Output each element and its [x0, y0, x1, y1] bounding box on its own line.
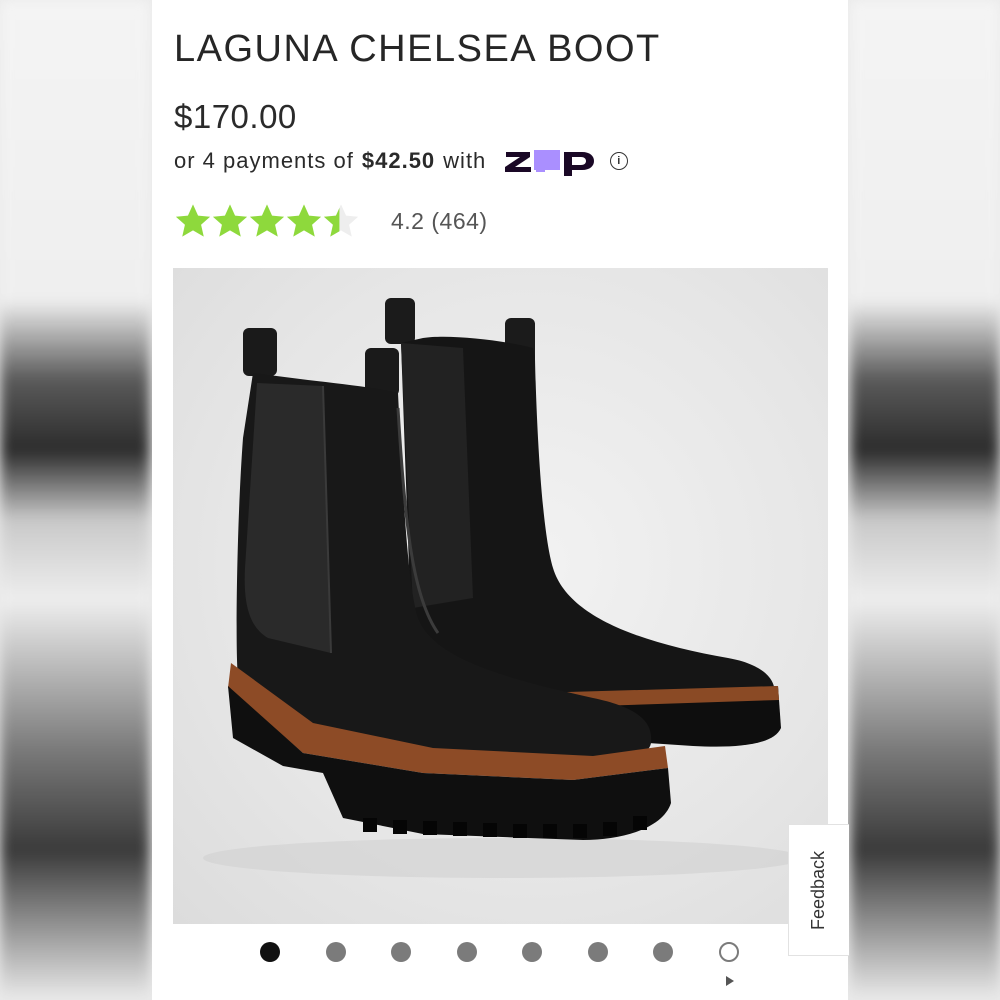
installment-suffix: with — [443, 148, 487, 173]
boots-illustration — [203, 298, 803, 878]
star-icon — [286, 204, 322, 237]
star-icon — [175, 204, 211, 237]
installment-info: or 4 payments of $42.50 with i — [174, 146, 629, 176]
gallery-dot-video[interactable] — [718, 942, 739, 962]
gallery-pagination — [260, 942, 784, 962]
gallery-dot[interactable] — [456, 942, 477, 962]
rating-summary: 4.2 (464) — [391, 208, 488, 235]
rating-row[interactable]: 4.2 (464) — [174, 202, 488, 240]
gallery-dot[interactable] — [325, 942, 346, 962]
gallery-dot[interactable] — [653, 942, 673, 962]
star-icon — [212, 204, 248, 237]
gallery-dot[interactable] — [587, 942, 608, 962]
background-blur-right — [850, 0, 1000, 1000]
star-icon — [249, 204, 285, 237]
play-icon[interactable] — [726, 976, 734, 986]
product-image[interactable] — [173, 268, 828, 924]
product-price: $170.00 — [174, 98, 297, 135]
feedback-label: Feedback — [808, 850, 829, 930]
zip-logo-icon — [504, 146, 596, 176]
gallery-dot-active[interactable] — [260, 942, 280, 962]
background-blur-left — [0, 0, 150, 1000]
review-count[interactable]: (464) — [431, 208, 487, 234]
info-icon[interactable]: i — [610, 152, 629, 170]
rating-stars — [174, 202, 359, 240]
product-panel: LAGUNA CHELSEA BOOT $170.00 or 4 payment… — [152, 0, 849, 1000]
installment-prefix: or 4 payments of — [174, 148, 354, 173]
feedback-tab[interactable]: Feedback — [788, 824, 849, 956]
rating-value: 4.2 — [391, 207, 425, 234]
star-partial-icon — [323, 204, 359, 237]
product-title: LAGUNA CHELSEA BOOT — [174, 28, 661, 70]
gallery-dot[interactable] — [391, 942, 411, 962]
gallery-dot[interactable] — [522, 942, 542, 962]
installment-amount: $42.50 — [361, 148, 436, 173]
